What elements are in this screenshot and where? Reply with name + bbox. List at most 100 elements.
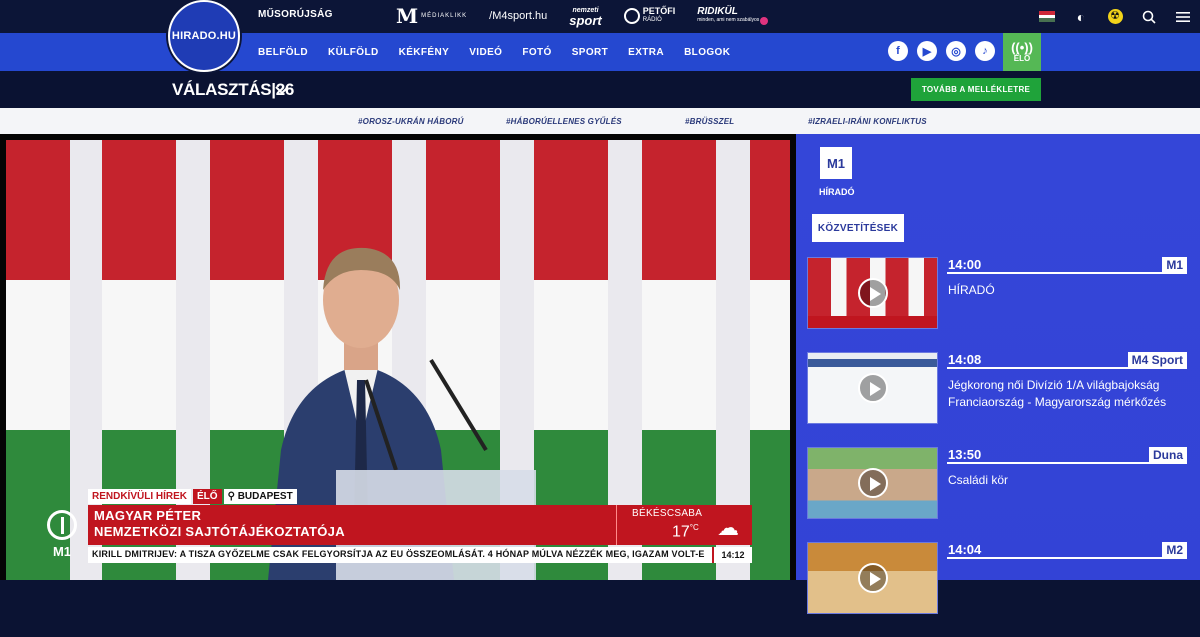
election-banner: VÁLASZTÁS|26 TOVÁBB A MELLÉKLETRE [0, 71, 1200, 108]
hungarian-flag-icon [1039, 11, 1055, 23]
hashtag-link[interactable]: #OROSZ-UKRÁN HÁBORÚ [358, 117, 506, 126]
instagram-icon[interactable]: ◎ [946, 41, 966, 61]
thumbnail[interactable] [807, 257, 938, 329]
program-guide-link[interactable]: MŰSORÚJSÁG [258, 9, 333, 20]
nemzeti-sport-link[interactable]: nemzeti sport [569, 6, 602, 28]
radiation-button[interactable]: ☢ [1098, 0, 1132, 33]
language-button[interactable] [1030, 0, 1064, 33]
social-links: f ▶ ◎ ♪ [888, 41, 995, 61]
divider [947, 557, 1187, 559]
petofi-logo-icon [623, 8, 640, 24]
nav-item-sport[interactable]: SPORT [572, 47, 608, 58]
top-bar: HIRADO.HU MŰSORÚJSÁG M MÉDIAKLIKK /M4spo… [0, 0, 1200, 72]
broadcast-channel: M1 [1162, 257, 1187, 273]
channel-label: HÍRADÓ [819, 187, 855, 197]
headline-line-1: MAGYAR PÉTER [94, 508, 202, 523]
facebook-icon[interactable]: f [888, 41, 908, 61]
location-label: ⚲ BUDAPEST [223, 488, 297, 504]
supplement-button[interactable]: TOVÁBB A MELLÉKLETRE [911, 78, 1041, 101]
thumbnail[interactable] [807, 352, 938, 424]
nav-item-video[interactable]: VIDEÓ [469, 47, 502, 58]
broadcast-time: 13:50 [948, 447, 982, 462]
menu-icon [1176, 11, 1190, 22]
mediaklikk-link[interactable]: M MÉDIAKLIKK [396, 4, 467, 28]
nav-item-kulfold[interactable]: KÜLFÖLD [328, 47, 379, 58]
moon-theme-icon: ◐ [1076, 8, 1086, 25]
weather-box: BÉKÉSCSABA 17°C ☁ [616, 505, 752, 545]
radiation-icon: ☢ [1107, 9, 1123, 24]
broadcast-time: 14:00 [948, 257, 982, 272]
nav-item-blogok[interactable]: BLOGOK [684, 47, 730, 58]
channel-logo[interactable]: M1 [820, 147, 852, 179]
list-item[interactable]: 14:04 M2 [807, 542, 1200, 637]
ridikul-logo: RIDIKÜL minden, ami nem szabályos [697, 7, 759, 25]
cloud-icon: ☁ [717, 515, 739, 540]
broadcast-sidebar: M1 HÍRADÓ KÖZVETÍTÉSEK 14:00 M1 HÍRADÓ 1… [796, 134, 1200, 614]
thumbnail[interactable] [807, 542, 938, 614]
divider [947, 272, 1187, 274]
broadcasts-tab[interactable]: KÖZVETÍTÉSEK [812, 214, 904, 242]
broadcast-title[interactable]: Jégkorong női Divízió 1/A világbajokság … [948, 377, 1178, 411]
broadcast-icon: ((•)) [1011, 40, 1033, 55]
broadcast-title[interactable]: Családi kör [948, 472, 1178, 489]
video-player[interactable]: RENDKÍVÜLI HÍREK ÉLŐ ⚲ BUDAPEST MAGYAR P… [0, 134, 796, 580]
breaking-label: RENDKÍVÜLI HÍREK [88, 488, 192, 504]
video-frame[interactable]: RENDKÍVÜLI HÍREK ÉLŐ ⚲ BUDAPEST MAGYAR P… [6, 140, 790, 580]
menu-button[interactable] [1166, 0, 1200, 33]
thumb-lower-third [808, 316, 937, 328]
headline-line-2: NEMZETKÖZI SAJTÓTÁJÉKOZTATÓJA [94, 524, 345, 539]
petofi-radio-link[interactable]: PETŐFI RÁDIÓ [623, 7, 676, 25]
broadcast-channel: Duna [1149, 447, 1187, 463]
nav-items: BELFÖLD KÜLFÖLD KÉKFÉNY VIDEÓ FOTÓ SPORT… [258, 33, 730, 71]
play-icon[interactable] [858, 468, 888, 498]
hashtag-link[interactable]: #BRÜSSZEL [685, 117, 808, 126]
weather-temp-value: 17 [672, 523, 690, 541]
petofi-bottom: RÁDIÓ [642, 17, 662, 23]
play-icon[interactable] [858, 563, 888, 593]
live-button-label: ÉLŐ [1013, 54, 1031, 63]
m1-ring-icon [47, 510, 77, 540]
nav-item-foto[interactable]: FOTÓ [522, 47, 551, 58]
ridikul-link[interactable]: RIDIKÜL minden, ami nem szabályos [697, 7, 769, 25]
list-item[interactable]: 13:50 Duna Családi kör [807, 447, 1200, 542]
partner-links: M MÉDIAKLIKK /M4sport.hu nemzeti sport PE… [396, 2, 769, 30]
nav-item-extra[interactable]: EXTRA [628, 47, 664, 58]
ticker-clock: 14:12 [712, 547, 752, 563]
hashtag-link[interactable]: #HÁBORÚELLENES GYŰLÉS [506, 117, 685, 126]
ridikul-bottom: minden, ami nem szabályos [697, 17, 760, 23]
weather-temp: 17°C [672, 523, 699, 541]
live-button[interactable]: ((•)) ÉLŐ [1003, 33, 1041, 71]
thumbnail[interactable] [807, 447, 938, 519]
hashtag-list: #OROSZ-UKRÁN HÁBORÚ #HÁBORÚELLENES GYŰLÉ… [358, 108, 927, 134]
nav-item-belfold[interactable]: BELFÖLD [258, 47, 308, 58]
location-text: BUDAPEST [237, 490, 293, 502]
nav-item-kekfeny[interactable]: KÉKFÉNY [399, 47, 450, 58]
chevron-down-icon[interactable] [274, 82, 290, 98]
youtube-icon[interactable]: ▶ [917, 41, 937, 61]
play-icon[interactable] [858, 278, 888, 308]
search-button[interactable] [1132, 0, 1166, 33]
broadcast-title[interactable]: HÍRADÓ [948, 282, 1178, 299]
nemzeti-sport-logo: nemzeti sport [569, 6, 602, 28]
list-item[interactable]: 14:08 M4 Sport Jégkorong női Divízió 1/A… [807, 352, 1200, 447]
news-lower-third: RENDKÍVÜLI HÍREK ÉLŐ ⚲ BUDAPEST MAGYAR P… [6, 480, 790, 580]
play-icon[interactable] [858, 373, 888, 403]
m4sport-text: /M4sport.hu [489, 10, 548, 22]
tiktok-icon[interactable]: ♪ [975, 41, 995, 61]
theme-toggle-button[interactable]: ◐ [1064, 0, 1098, 33]
petofi-text: PETŐFI RÁDIÓ [643, 7, 676, 25]
thumb-boards [808, 359, 937, 367]
divider [947, 367, 1187, 369]
hashtag-link[interactable]: #IZRAELI-IRÁNI KONFLIKTUS [808, 117, 927, 126]
nemzeti-sport-bottom: sport [569, 13, 602, 28]
channel-bug: M1 [42, 510, 82, 570]
broadcast-time: 14:08 [948, 352, 982, 367]
live-label: ÉLŐ [193, 488, 222, 504]
headline-box: MAGYAR PÉTER NEMZETKÖZI SAJTÓTÁJÉKOZTATÓ… [88, 505, 616, 545]
mediaklikk-text: MÉDIAKLIKK [421, 13, 468, 19]
list-item[interactable]: 14:00 M1 HÍRADÓ [807, 257, 1200, 352]
site-logo[interactable]: HIRADO.HU [168, 0, 240, 72]
hashtag-bar: #OROSZ-UKRÁN HÁBORÚ #HÁBORÚELLENES GYŰLÉ… [0, 108, 1200, 134]
m4sport-link[interactable]: /M4sport.hu [489, 10, 547, 22]
petofi-top: PETŐFI [642, 6, 676, 16]
